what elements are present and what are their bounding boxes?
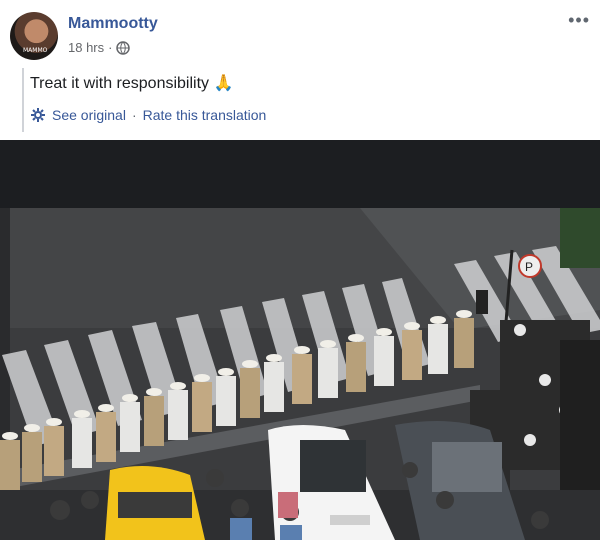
translation-separator: ·	[131, 107, 137, 123]
post-message: Treat it with responsibility	[30, 75, 210, 92]
avatar-badge: MAMMO	[23, 47, 48, 54]
post-meta: 18 hrs ·	[68, 40, 131, 55]
post-text: Treat it with responsibility 🙏	[30, 73, 590, 93]
translation-bar: See original · Rate this translation	[30, 107, 590, 123]
globe-icon[interactable]	[116, 40, 131, 55]
author-name[interactable]: Mammootty	[68, 15, 158, 33]
pray-emoji-icon: 🙏	[213, 75, 234, 92]
see-original-link[interactable]: See original	[52, 107, 126, 123]
post-body: Treat it with responsibility 🙏 See origi…	[22, 68, 590, 132]
post-time[interactable]: 18 hrs	[68, 40, 104, 55]
parking-sign-text: P	[525, 260, 533, 274]
post-header: MAMMO Mammootty 18 hrs · ••• Treat it wi…	[0, 0, 600, 140]
post-photo[interactable]: P	[0, 140, 600, 540]
police-line-photo: P	[0, 140, 600, 540]
avatar[interactable]: MAMMO	[10, 12, 58, 60]
gear-icon	[31, 108, 45, 122]
meta-separator: ·	[108, 40, 113, 55]
more-options-icon[interactable]: •••	[568, 10, 590, 31]
rate-translation-link[interactable]: Rate this translation	[143, 107, 267, 123]
